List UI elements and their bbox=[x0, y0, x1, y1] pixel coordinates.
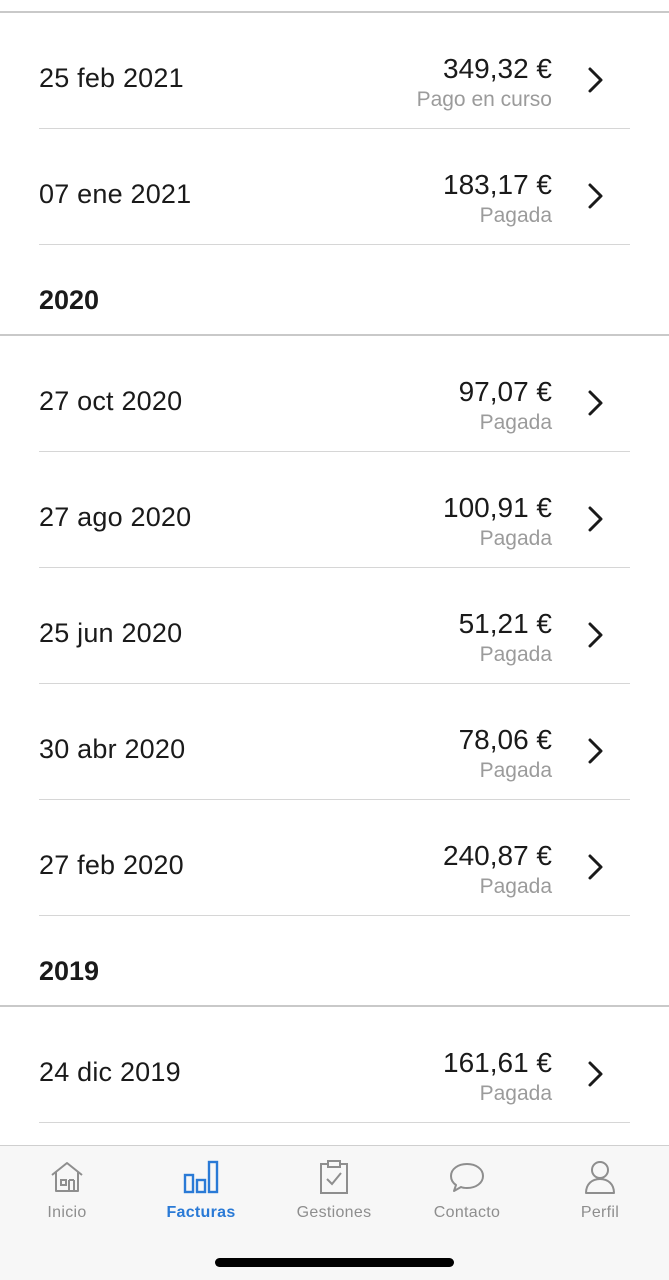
invoice-date: 27 ago 2020 bbox=[39, 502, 192, 532]
invoice-status: Pagada bbox=[479, 643, 552, 666]
invoice-status: Pagada bbox=[479, 204, 552, 227]
tab-label-gestiones: Gestiones bbox=[296, 1204, 372, 1221]
invoice-row[interactable]: 27 feb 2020 240,87 € Pagada bbox=[0, 800, 669, 916]
tab-label-facturas: Facturas bbox=[166, 1204, 236, 1221]
invoice-row[interactable]: 27 ago 2020 100,91 € Pagada bbox=[0, 452, 669, 568]
invoice-amount: 240,87 € bbox=[443, 840, 552, 871]
invoice-date: 27 oct 2020 bbox=[39, 386, 183, 416]
chevron-right-icon bbox=[588, 390, 603, 416]
invoice-list: 25 feb 2021 349,32 € Pago en curso 07 ene 2… bbox=[0, 13, 669, 1123]
chevron-right-icon bbox=[588, 738, 603, 764]
person-icon bbox=[585, 1161, 615, 1194]
tab-inicio[interactable]: Inicio bbox=[0, 1146, 134, 1236]
invoice-row[interactable]: 30 abr 2020 78,06 € Pagada bbox=[0, 684, 669, 800]
year-header: 2020 bbox=[0, 245, 669, 336]
chevron-right-icon bbox=[588, 183, 603, 209]
house-icon bbox=[51, 1162, 83, 1192]
invoice-date: 25 feb 2021 bbox=[39, 63, 184, 93]
invoice-row[interactable]: 25 jun 2020 51,21 € Pagada bbox=[0, 568, 669, 684]
invoice-amount: 100,91 € bbox=[443, 492, 552, 523]
tab-gestiones[interactable]: Gestiones bbox=[267, 1146, 401, 1236]
invoice-status: Pagada bbox=[479, 759, 552, 782]
invoice-date: 25 jun 2020 bbox=[39, 618, 183, 648]
invoice-date: 24 dic 2019 bbox=[39, 1057, 181, 1087]
invoice-amount: 97,07 € bbox=[458, 376, 552, 407]
tab-label-perfil: Perfil bbox=[580, 1204, 620, 1221]
invoice-status: Pagada bbox=[479, 411, 552, 434]
invoice-row[interactable]: 24 dic 2019 161,61 € Pagada bbox=[0, 1007, 669, 1123]
invoice-amount: 51,21 € bbox=[458, 608, 552, 639]
home-indicator bbox=[215, 1258, 454, 1267]
year-label: 2020 bbox=[39, 285, 100, 315]
chevron-right-icon bbox=[588, 67, 603, 93]
invoice-status: Pagada bbox=[479, 875, 552, 898]
invoice-amount: 183,17 € bbox=[443, 169, 552, 200]
tab-facturas[interactable]: Facturas bbox=[134, 1146, 268, 1236]
invoice-status: Pagada bbox=[479, 527, 552, 550]
invoice-amount: 161,61 € bbox=[443, 1047, 552, 1078]
tab-label-inicio: Inicio bbox=[47, 1204, 87, 1221]
chat-bubble-icon bbox=[450, 1163, 484, 1192]
clipboard-check-icon bbox=[320, 1160, 348, 1194]
invoice-row[interactable]: 07 ene 2021 183,17 € Pagada bbox=[0, 129, 669, 245]
invoice-date: 30 abr 2020 bbox=[39, 734, 186, 764]
year-header: 2019 bbox=[0, 916, 669, 1007]
invoice-date: 07 ene 2021 bbox=[39, 179, 192, 209]
invoice-amount: 349,32 € bbox=[443, 53, 552, 84]
invoice-row[interactable]: 25 feb 2021 349,32 € Pago en curso bbox=[0, 13, 669, 129]
tab-label-contacto: Contacto bbox=[433, 1204, 501, 1221]
invoice-status: Pagada bbox=[479, 1082, 552, 1105]
tab-perfil[interactable]: Perfil bbox=[533, 1146, 667, 1236]
tab-contacto[interactable]: Contacto bbox=[400, 1146, 534, 1236]
invoice-date: 27 feb 2020 bbox=[39, 850, 184, 880]
invoice-amount: 78,06 € bbox=[458, 724, 552, 755]
invoice-status: Pago en curso bbox=[416, 88, 552, 111]
year-label: 2019 bbox=[39, 956, 100, 986]
invoice-row[interactable]: 27 oct 2020 97,07 € Pagada bbox=[0, 336, 669, 452]
bar-chart-icon bbox=[183, 1160, 219, 1194]
chevron-right-icon bbox=[588, 854, 603, 880]
chevron-right-icon bbox=[588, 506, 603, 532]
chevron-right-icon bbox=[588, 1061, 603, 1087]
chevron-right-icon bbox=[588, 622, 603, 648]
